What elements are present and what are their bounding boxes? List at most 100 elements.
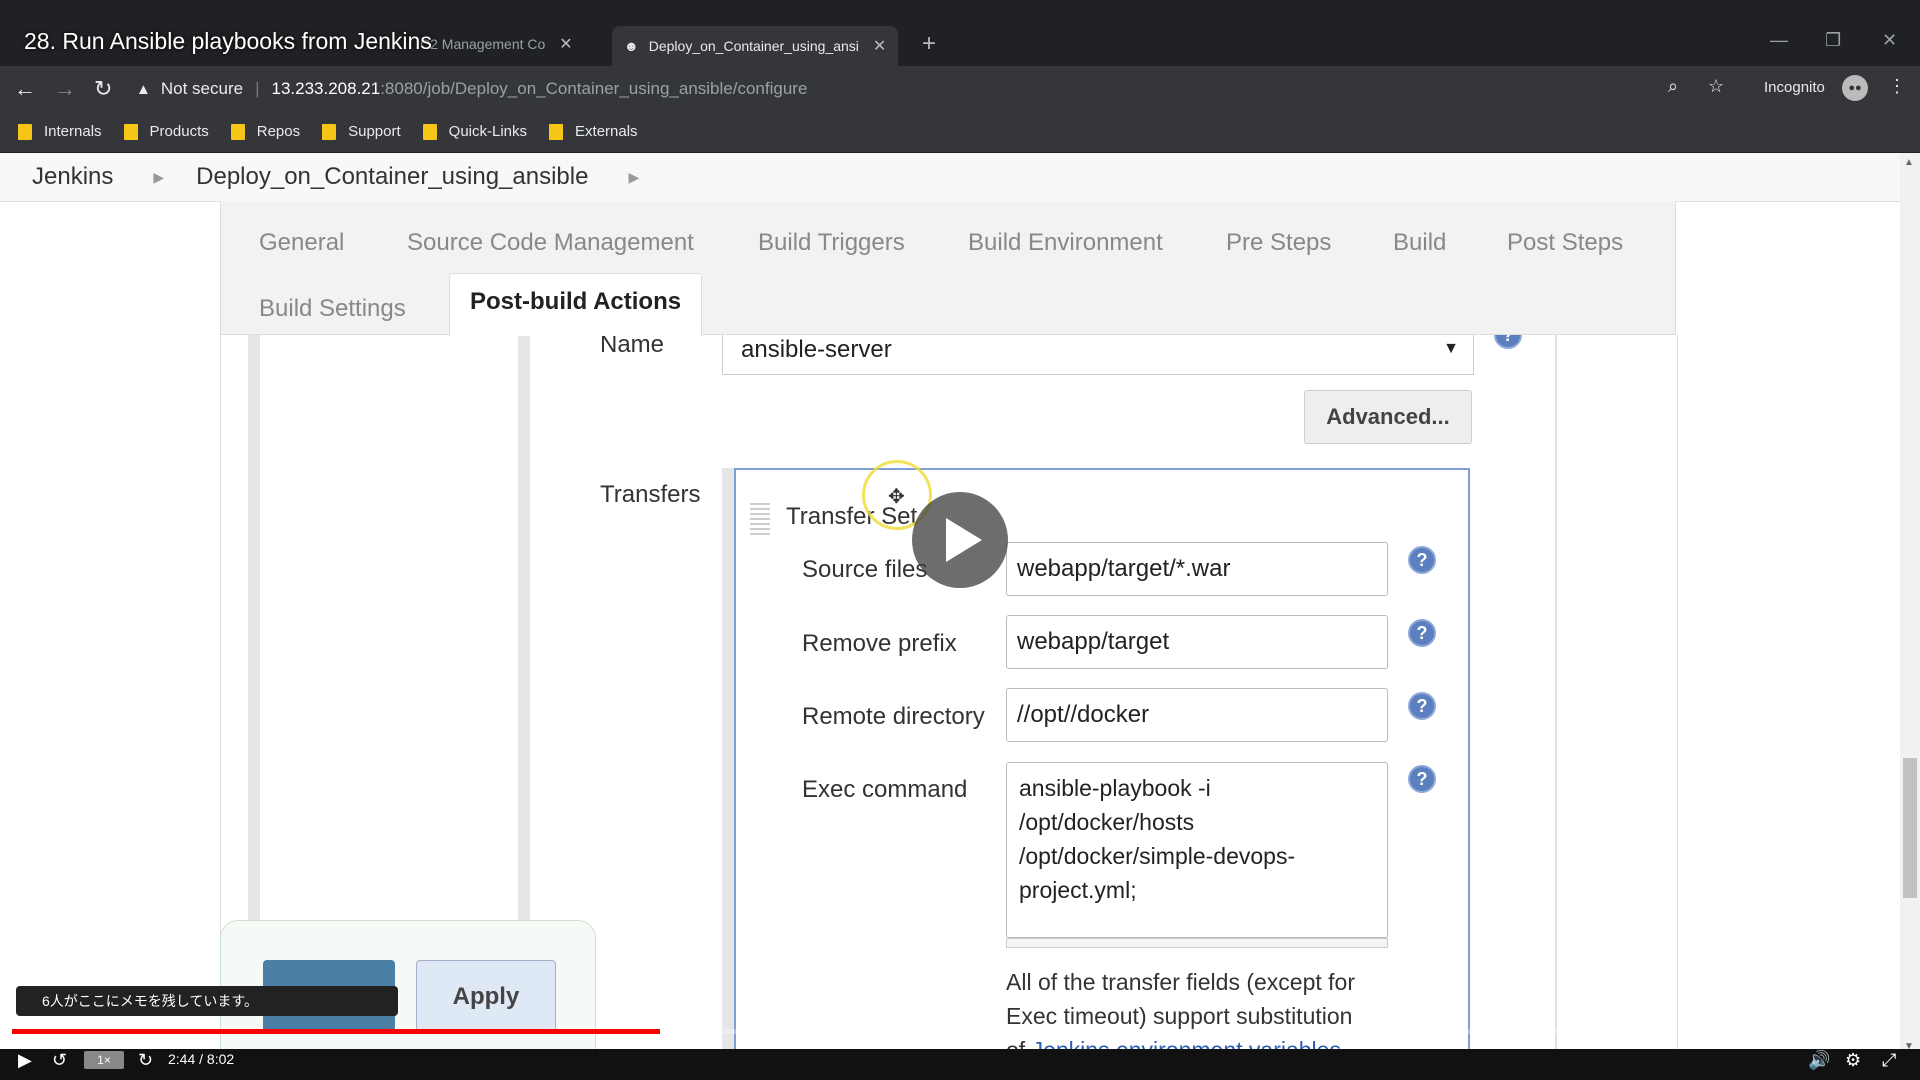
chevron-right-icon[interactable]: ▶ bbox=[628, 169, 639, 186]
fullscreen-icon[interactable]: ⤢ bbox=[1882, 1050, 1896, 1071]
section-border bbox=[248, 335, 260, 965]
bookmark-internals[interactable]: Internals bbox=[18, 123, 102, 140]
config-tabs: General Source Code Management Build Tri… bbox=[220, 201, 1676, 336]
menu-icon[interactable]: ⋮ bbox=[1888, 76, 1906, 97]
scrollbar-thumb[interactable] bbox=[1903, 758, 1917, 898]
reload-icon[interactable]: ↻ bbox=[94, 76, 112, 102]
help-text-line: All of the transfer fields (except for bbox=[1006, 969, 1355, 995]
video-title: 28. Run Ansible playbooks from Jenkins bbox=[24, 28, 432, 54]
remove-prefix-label: Remove prefix bbox=[802, 630, 957, 657]
bookmark-quick-links[interactable]: Quick-Links bbox=[422, 123, 528, 140]
help-icon[interactable]: ? bbox=[1408, 765, 1436, 793]
close-icon[interactable]: ✕ bbox=[559, 34, 572, 54]
help-text-line: Exec timeout) support substitution bbox=[1006, 1003, 1353, 1029]
tab-build-environment[interactable]: Build Environment bbox=[968, 229, 1163, 257]
breadcrumb-jenkins[interactable]: Jenkins bbox=[32, 163, 113, 191]
restore-icon[interactable]: ❐ bbox=[1825, 30, 1841, 51]
bookmark-label: Products bbox=[149, 123, 209, 140]
url-path: :8080/job/Deploy_on_Container_using_ansi… bbox=[380, 79, 808, 98]
server-name-select[interactable]: ansible-server ▼ bbox=[722, 331, 1474, 375]
help-icon[interactable]: ? bbox=[1408, 546, 1436, 574]
bookmark-externals[interactable]: Externals bbox=[549, 123, 638, 140]
bookmark-label: Support bbox=[348, 123, 401, 140]
new-tab-icon[interactable]: + bbox=[922, 30, 936, 58]
help-icon[interactable]: ? bbox=[1408, 692, 1436, 720]
back-icon[interactable]: ← bbox=[14, 76, 36, 102]
exec-command-textarea[interactable]: ansible-playbook -i /opt/docker/hosts /o… bbox=[1006, 762, 1388, 938]
drag-handle-icon[interactable] bbox=[750, 503, 770, 535]
jenkins-page: Jenkins ▶ Deploy_on_Container_using_ansi… bbox=[0, 153, 1900, 1058]
close-icon[interactable]: ✕ bbox=[873, 36, 886, 56]
video-controls bbox=[0, 1049, 1920, 1080]
minimize-icon[interactable]: — bbox=[1770, 30, 1788, 51]
url-host: 13.233.208.21 bbox=[271, 79, 381, 98]
play-icon bbox=[946, 518, 982, 562]
page-scrollbar[interactable]: ▲ ▼ bbox=[1900, 153, 1920, 1058]
remove-prefix-input[interactable]: webapp/target bbox=[1006, 615, 1388, 669]
incognito-label: Incognito bbox=[1764, 79, 1825, 96]
section-border bbox=[518, 335, 530, 965]
chevron-down-icon: ▼ bbox=[1443, 340, 1459, 357]
breadcrumb: Jenkins ▶ Deploy_on_Container_using_ansi… bbox=[0, 153, 1900, 202]
volume-icon[interactable]: 🔊 bbox=[1808, 1050, 1830, 1071]
zoom-icon[interactable]: ⌕ bbox=[1668, 76, 1678, 97]
bookmark-label: Repos bbox=[256, 123, 301, 140]
play-icon[interactable]: ▶ bbox=[18, 1050, 32, 1071]
tab-post-build-actions[interactable]: Post-build Actions bbox=[449, 273, 703, 336]
forward-icon[interactable]: → bbox=[54, 76, 76, 102]
apply-button[interactable]: Apply bbox=[416, 960, 556, 1034]
close-window-icon[interactable]: ✕ bbox=[1882, 30, 1897, 51]
folder-icon bbox=[322, 123, 337, 140]
move-cursor-icon: ✥ bbox=[888, 486, 905, 508]
warning-icon: ▲ bbox=[136, 80, 151, 98]
tab-source-code-management[interactable]: Source Code Management bbox=[407, 229, 694, 257]
incognito-icon[interactable]: ●● bbox=[1842, 75, 1868, 101]
server-name-value: ansible-server bbox=[741, 336, 892, 363]
tab-label: Deploy_on_Container_using_ansi bbox=[648, 38, 859, 54]
folder-icon bbox=[230, 123, 245, 140]
browser-tab-ec2[interactable]: C2 Management Co ✕ bbox=[420, 28, 573, 60]
bookmark-repos[interactable]: Repos bbox=[230, 123, 301, 140]
tab-build-settings[interactable]: Build Settings bbox=[259, 295, 406, 323]
playback-speed[interactable]: 1× bbox=[84, 1051, 124, 1069]
chevron-right-icon[interactable]: ▶ bbox=[153, 169, 164, 186]
rewind-icon[interactable]: ↺ bbox=[52, 1050, 67, 1071]
memo-tooltip: 6人がここにメモを残しています。 bbox=[16, 986, 398, 1016]
source-files-label: Source files bbox=[802, 556, 928, 583]
transfer-help-text: All of the transfer fields (except for E… bbox=[1006, 965, 1426, 1058]
star-icon[interactable]: ☆ bbox=[1708, 76, 1724, 97]
tab-build[interactable]: Build bbox=[1393, 229, 1446, 257]
video-progress-fill bbox=[12, 1029, 660, 1034]
bookmark-label: Externals bbox=[575, 123, 638, 140]
settings-icon[interactable]: ⚙ bbox=[1845, 1050, 1861, 1071]
tab-pre-steps[interactable]: Pre Steps bbox=[1226, 229, 1331, 257]
textarea-resize-handle[interactable] bbox=[1006, 938, 1388, 948]
jenkins-favicon-icon: ☻ bbox=[624, 38, 639, 54]
tab-post-steps[interactable]: Post Steps bbox=[1507, 229, 1623, 257]
advanced-button[interactable]: Advanced... bbox=[1304, 390, 1472, 444]
bookmark-label: Quick-Links bbox=[448, 123, 528, 140]
tab-general[interactable]: General bbox=[259, 229, 344, 257]
help-icon[interactable]: ? bbox=[1408, 619, 1436, 647]
scroll-up-icon[interactable]: ▲ bbox=[1904, 157, 1914, 168]
separator: | bbox=[255, 79, 260, 98]
security-label: Not secure bbox=[160, 79, 244, 98]
remote-directory-input[interactable]: //opt//docker bbox=[1006, 688, 1388, 742]
breadcrumb-job[interactable]: Deploy_on_Container_using_ansible bbox=[196, 163, 588, 191]
transfers-label: Transfers bbox=[600, 481, 701, 508]
folder-icon bbox=[422, 123, 437, 140]
bookmarks-bar: Internals Products Repos Support Quick-L… bbox=[0, 111, 1920, 153]
section-border bbox=[722, 468, 734, 1058]
bookmark-support[interactable]: Support bbox=[322, 123, 401, 140]
source-files-input[interactable]: webapp/target/*.war bbox=[1006, 542, 1388, 596]
url-input[interactable]: ▲ Not secure | 13.233.208.21 :8080/job/D… bbox=[136, 72, 807, 106]
bookmark-products[interactable]: Products bbox=[123, 123, 209, 140]
video-progress-bar[interactable] bbox=[12, 1029, 1592, 1034]
exec-command-label: Exec command bbox=[802, 776, 968, 803]
tab-build-triggers[interactable]: Build Triggers bbox=[758, 229, 905, 257]
folder-icon bbox=[549, 123, 564, 140]
forward-icon[interactable]: ↻ bbox=[138, 1050, 153, 1071]
browser-tab-deploy[interactable]: ☻ Deploy_on_Container_using_ansi ✕ bbox=[612, 26, 899, 66]
tab-label: C2 Management Co bbox=[420, 36, 546, 52]
play-overlay-button[interactable] bbox=[912, 492, 1008, 588]
